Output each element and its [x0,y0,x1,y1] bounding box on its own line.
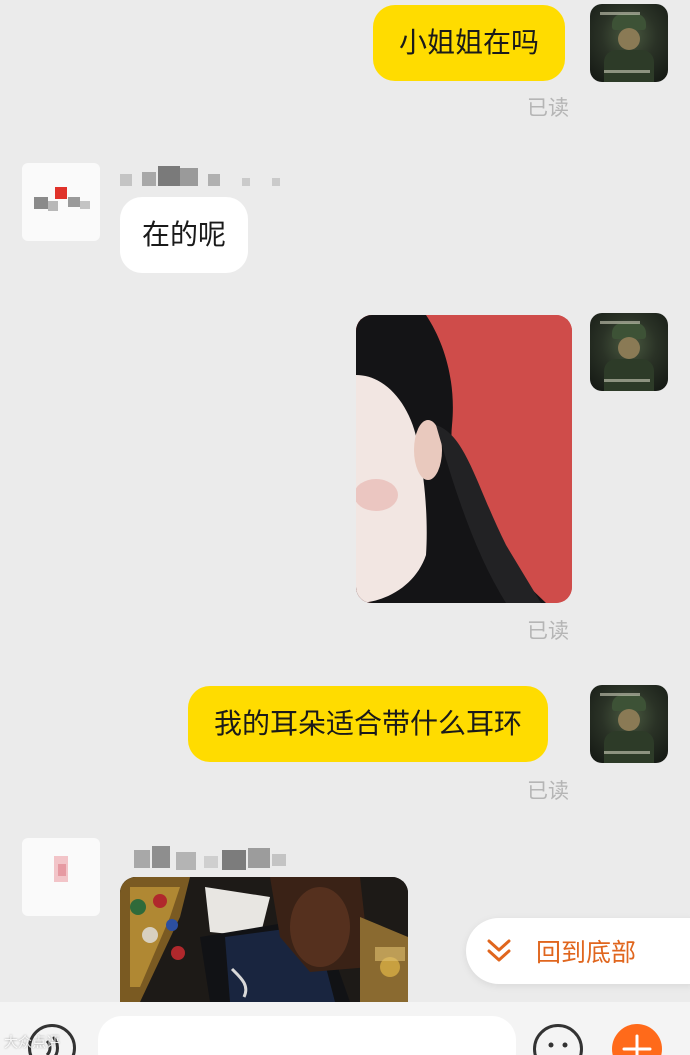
message-text: 在的呢 [142,218,227,251]
my-message-bubble[interactable]: 小姐姐在吗 [373,5,566,81]
back-to-bottom-button[interactable]: 回到底部 [466,918,690,984]
message-text: 我的耳朵适合带什么耳环 [214,707,523,740]
my-avatar[interactable] [590,685,668,763]
emoji-button[interactable] [533,1024,583,1055]
message-text: 小姐姐在吗 [399,26,540,59]
jewelry-photo [120,877,408,1002]
my-message-bubble[interactable]: 我的耳朵适合带什么耳环 [188,686,549,762]
my-avatar[interactable] [590,4,668,82]
watermark-text: 大众点评 [4,1035,60,1051]
read-status: 已读 [527,779,569,803]
ear-photo [356,315,572,603]
shop-avatar[interactable] [22,163,100,241]
double-chevron-down-icon [487,939,511,962]
shop-name-pixelated [120,166,320,190]
emoji-icon [548,1042,568,1048]
my-avatar[interactable] [590,313,668,391]
back-to-bottom-label: 回到底部 [536,938,637,967]
watermark: 大众点评 [4,1032,60,1052]
shop-avatar[interactable] [22,838,100,916]
my-photo-message[interactable] [356,315,572,603]
shop-photo-message[interactable] [120,877,408,1002]
shop-message-bubble[interactable]: 在的呢 [120,197,249,273]
plus-button[interactable] [612,1024,662,1055]
message-input[interactable] [98,1016,516,1055]
chat-input-bar [0,1002,690,1055]
read-status: 已读 [527,619,569,643]
plus-icon [622,1034,652,1055]
read-status: 已读 [527,96,569,120]
shop-name-pixelated [120,846,300,872]
